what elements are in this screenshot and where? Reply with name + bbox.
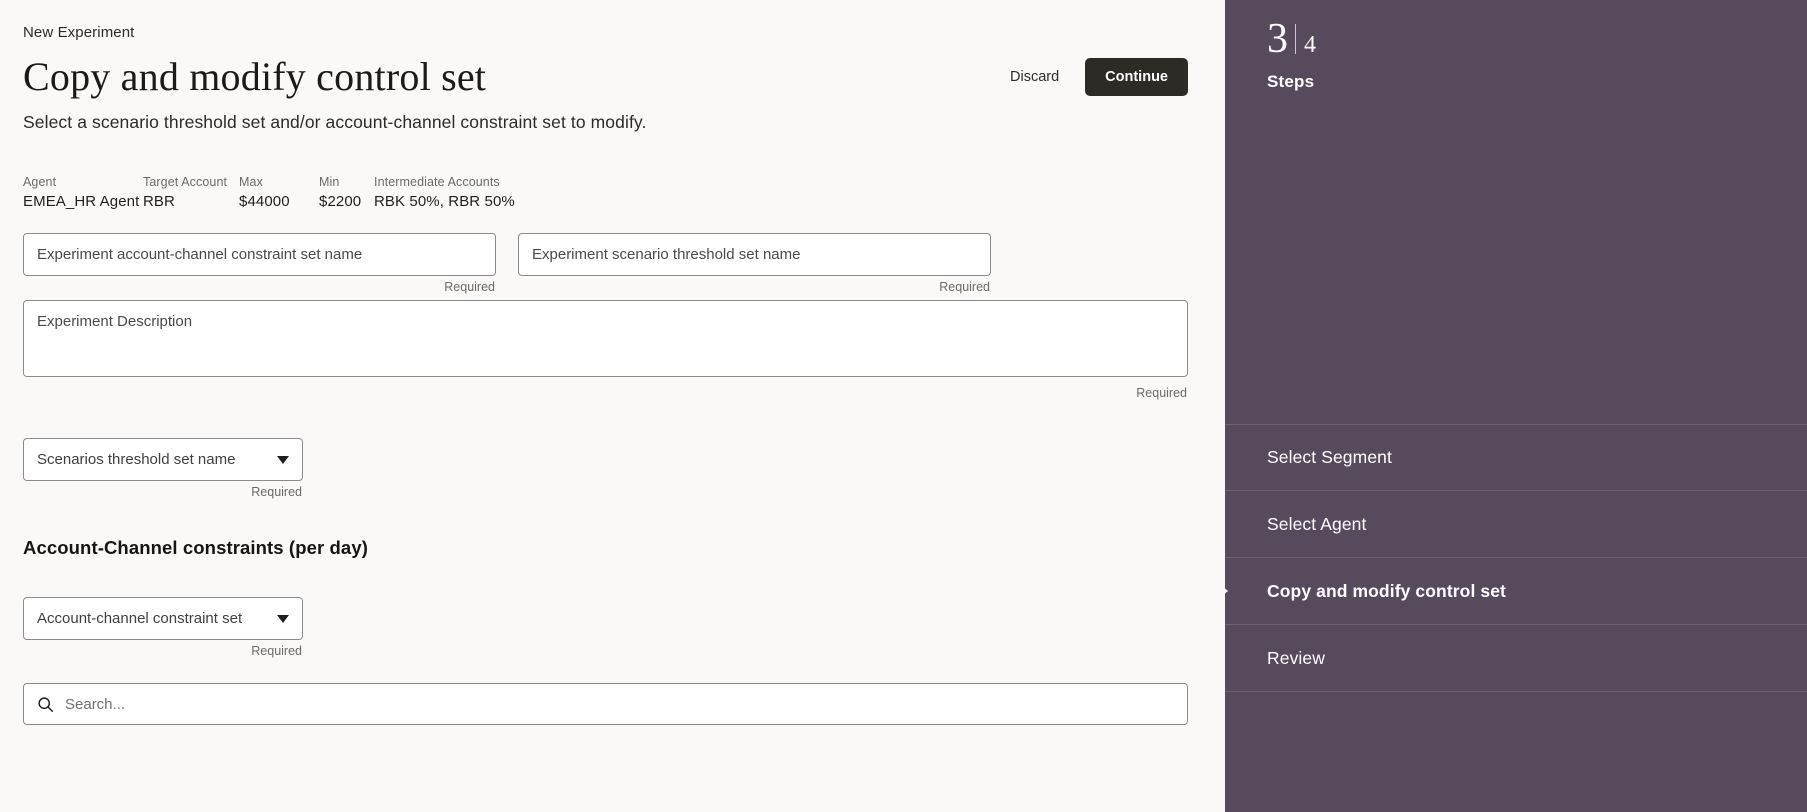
chevron-down-icon: [277, 614, 289, 623]
meta-value: EMEA_HR Agent: [23, 193, 140, 211]
experiment-form: Required Required Required Scenarios thr…: [23, 233, 1188, 726]
meta-label: Max: [239, 175, 263, 190]
constraint-set-select-value: Account-channel constraint set: [37, 610, 243, 628]
meta-item-max: Max $44000: [239, 175, 319, 210]
step-label: Select Segment: [1267, 447, 1392, 467]
meta-label: Target Account: [143, 175, 228, 190]
search-bar[interactable]: [23, 683, 1188, 726]
description-field: Required: [23, 300, 1188, 400]
app-root: New Experiment Copy and modify control s…: [0, 0, 1807, 812]
total-steps-number: 4: [1304, 32, 1316, 58]
page-title: Copy and modify control set: [23, 54, 487, 99]
step-counter: 3 4: [1267, 18, 1767, 60]
section-title-account-channel: Account-Channel constraints (per day): [23, 537, 368, 559]
constraint-set-select-wrap: Account-channel constraint set Required: [23, 597, 303, 658]
constraint-set-name-field: Required: [23, 233, 496, 294]
threshold-set-name-helper: Required: [939, 280, 990, 295]
header-actions: Discard Continue: [1004, 58, 1188, 96]
chevron-down-icon: [277, 455, 289, 464]
meta-item-target-account: Target Account RBR: [143, 175, 239, 210]
constraint-set-name-helper: Required: [444, 280, 495, 295]
constraint-set-select-block: Account-channel constraint set Required: [23, 597, 1188, 658]
breadcrumb: New Experiment: [23, 24, 135, 41]
meta-value: $44000: [239, 193, 290, 211]
sidebar-step-select-segment[interactable]: Select Segment: [1225, 424, 1807, 491]
description-helper: Required: [1136, 386, 1187, 401]
scenarios-threshold-helper: Required: [251, 485, 302, 500]
scenarios-threshold-select-wrap: Scenarios threshold set name Required: [23, 438, 303, 499]
sidebar-step-copy-and-modify-control-set[interactable]: Copy and modify control set: [1217, 558, 1807, 625]
search-input[interactable]: [65, 695, 1174, 713]
scenarios-threshold-select-value: Scenarios threshold set name: [37, 451, 236, 469]
experiment-meta: Agent EMEA_HR Agent Target Account RBR M…: [23, 175, 1225, 210]
meta-item-agent: Agent EMEA_HR Agent: [23, 175, 143, 210]
meta-label: Intermediate Accounts: [374, 175, 500, 190]
meta-value: $2200: [319, 193, 362, 211]
meta-label: Min: [319, 175, 340, 190]
meta-item-intermediate-accounts: Intermediate Accounts RBK 50%, RBR 50%: [374, 175, 574, 210]
step-label: Review: [1267, 647, 1325, 668]
steps-label: Steps: [1267, 72, 1315, 91]
discard-button[interactable]: Discard: [1004, 61, 1065, 93]
search-icon: [38, 697, 54, 712]
meta-value: RBK 50%, RBR 50%: [374, 193, 515, 211]
threshold-set-name-field: Required: [518, 233, 991, 294]
steps-list: Select Segment Select Agent Copy and mod…: [1217, 424, 1807, 692]
meta-label: Agent: [23, 175, 57, 190]
name-fields-row: Required Required: [23, 233, 1188, 294]
meta-value: RBR: [143, 193, 175, 211]
step-counter-divider: [1295, 24, 1296, 54]
constraint-set-name-input[interactable]: [23, 233, 496, 277]
scenarios-threshold-select[interactable]: Scenarios threshold set name: [23, 438, 303, 482]
continue-button[interactable]: Continue: [1085, 58, 1188, 96]
sidebar-step-select-agent[interactable]: Select Agent: [1225, 491, 1807, 558]
step-label: Select Agent: [1267, 513, 1367, 534]
page-subtitle: Select a scenario threshold set and/or a…: [23, 112, 647, 133]
active-step-marker-icon: [1217, 582, 1228, 600]
constraint-set-select[interactable]: Account-channel constraint set: [23, 597, 303, 641]
main-content: New Experiment Copy and modify control s…: [0, 0, 1225, 812]
meta-item-min: Min $2200: [319, 175, 374, 210]
sidebar-step-review[interactable]: Review: [1225, 625, 1807, 692]
steps-sidebar: 3 4 Steps Select Segment Select Agent Co…: [1217, 0, 1807, 812]
description-textarea[interactable]: [23, 300, 1188, 378]
scenarios-threshold-select-block: Scenarios threshold set name Required: [23, 438, 1188, 499]
current-step-number: 3: [1267, 16, 1288, 62]
step-label: Copy and modify control set: [1267, 580, 1506, 601]
constraint-set-helper: Required: [251, 644, 302, 659]
threshold-set-name-input[interactable]: [518, 233, 991, 277]
